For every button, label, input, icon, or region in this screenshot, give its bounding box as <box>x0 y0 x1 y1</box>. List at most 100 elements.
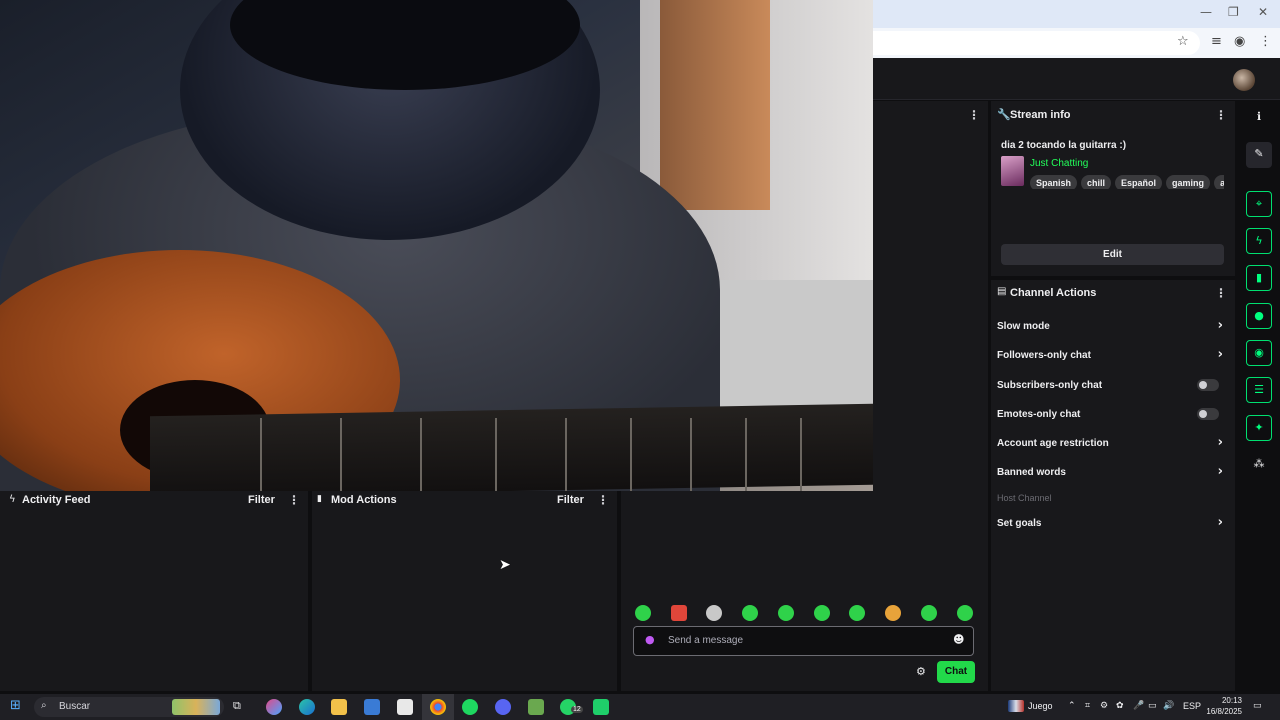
emote[interactable] <box>814 605 830 621</box>
row-label: Subscribers-only chat <box>997 380 1103 391</box>
bookmark-star-icon[interactable]: ☆ <box>1177 34 1189 49</box>
whatsapp-badge: 12 <box>571 706 583 713</box>
lightning-icon: ϟ <box>9 494 16 505</box>
tag[interactable]: gaming <box>1166 175 1211 189</box>
tray-app-icon[interactable]: ⌗ <box>1085 701 1090 711</box>
row-label: Emotes-only chat <box>997 409 1081 420</box>
mod-actions-panel <box>312 491 617 691</box>
tag[interactable]: argen <box>1214 175 1224 189</box>
channel-actions-menu-icon[interactable]: ⋮ <box>1215 286 1227 300</box>
tool-icon[interactable]: ✦ <box>1246 415 1272 441</box>
subscribers-only-row: Subscribers-only chat <box>997 377 1227 397</box>
minecraft-icon[interactable] <box>528 699 544 715</box>
emotes-only-toggle[interactable] <box>1197 408 1219 420</box>
video-fret <box>565 418 567 491</box>
document-icon[interactable]: ▮ <box>1246 265 1272 291</box>
chat-send-button[interactable]: Chat <box>937 661 975 683</box>
emote[interactable] <box>706 605 722 621</box>
clock-date[interactable]: 16/8/2025 <box>1200 707 1242 716</box>
chat-panel <box>621 491 988 691</box>
mod-menu-icon[interactable]: ⋮ <box>597 493 609 507</box>
mod-filter-button[interactable]: Filter <box>557 494 584 506</box>
maximize-icon[interactable]: ❐ <box>1228 5 1239 19</box>
video-fret <box>260 418 262 491</box>
row-label: Account age restriction <box>997 438 1109 449</box>
emote[interactable] <box>921 605 937 621</box>
video-fret <box>340 418 342 491</box>
tray-chevron-up-icon[interactable]: ⌃ <box>1068 701 1076 711</box>
minimize-icon[interactable]: — <box>1200 5 1212 19</box>
profile-icon[interactable]: ◉ <box>1234 34 1245 49</box>
activity-menu-icon[interactable]: ⋮ <box>288 493 300 507</box>
task-view-icon[interactable]: ⧉ <box>233 699 241 713</box>
language-indicator[interactable]: ESP <box>1183 701 1201 711</box>
tray-app-icon[interactable]: ✿ <box>1116 701 1124 711</box>
tag[interactable]: Spanish <box>1030 175 1078 189</box>
clip-icon[interactable]: ⌖ <box>1246 191 1272 217</box>
edit-stream-info-button[interactable]: Edit <box>1001 244 1224 265</box>
taskbar-search[interactable]: ⌕ Buscar <box>34 697 224 717</box>
close-icon[interactable]: ✕ <box>1258 5 1268 19</box>
row-label: Host Channel <box>997 493 1052 503</box>
chat-bubble-icon[interactable]: ● <box>1246 303 1272 329</box>
edge-icon[interactable] <box>299 699 315 715</box>
wrench-icon: 🔧 <box>997 108 1011 121</box>
emote[interactable] <box>742 605 758 621</box>
account-age-row[interactable]: Account age restriction › <box>997 435 1227 455</box>
activity-feed-title: Activity Feed <box>22 494 91 506</box>
video-fret <box>745 418 747 491</box>
video-background-door <box>660 0 770 210</box>
broadcast-icon[interactable]: ◉ <box>1246 340 1272 366</box>
video-fret <box>690 418 692 491</box>
emote[interactable] <box>849 605 865 621</box>
volume-icon[interactable]: 🔊 <box>1163 701 1174 711</box>
subscribers-only-toggle[interactable] <box>1197 379 1219 391</box>
pencil-icon[interactable]: ✎ <box>1246 142 1272 168</box>
game-widget-label[interactable]: Juego <box>1028 701 1053 711</box>
layout-icon[interactable]: ☰ <box>1246 377 1272 403</box>
user-avatar[interactable] <box>1233 69 1255 91</box>
chat-panel-top <box>873 101 988 491</box>
chat-settings-gear-icon[interactable]: ⚙ <box>916 665 926 678</box>
store-icon[interactable] <box>364 699 380 715</box>
chevron-right-icon: › <box>1217 318 1223 333</box>
notifications-icon[interactable]: ▭ <box>1253 701 1262 711</box>
banned-words-row[interactable]: Banned words › <box>997 464 1227 484</box>
stream-info-menu-icon[interactable]: ⋮ <box>1215 108 1227 122</box>
bits-icon[interactable]: ● <box>645 633 655 646</box>
followers-only-row[interactable]: Followers-only chat › <box>997 347 1227 367</box>
emote[interactable] <box>671 605 687 621</box>
tag[interactable]: Español <box>1115 175 1163 189</box>
address-bar[interactable] <box>873 31 1200 55</box>
emote[interactable] <box>778 605 794 621</box>
emote[interactable] <box>635 605 651 621</box>
media-control-icon[interactable]: ≡ <box>1211 34 1222 49</box>
clock-time[interactable]: 20:13 <box>1206 696 1242 705</box>
network-icon[interactable]: ▭ <box>1148 701 1157 711</box>
emote[interactable] <box>885 605 901 621</box>
lightning-icon[interactable]: ϟ <box>1246 228 1272 254</box>
windows-start-icon[interactable]: ⊞ <box>10 698 21 713</box>
add-action-icon[interactable]: ⁂ <box>1246 452 1272 478</box>
discord-icon[interactable] <box>495 699 511 715</box>
browser-menu-icon[interactable]: ⋮ <box>1259 34 1272 49</box>
set-goals-row[interactable]: Set goals › <box>997 515 1227 535</box>
streamlabs-icon[interactable] <box>593 699 609 715</box>
chrome-icon[interactable] <box>430 699 446 715</box>
spotify-icon[interactable] <box>462 699 478 715</box>
emote-picker-icon[interactable]: ☻ <box>953 633 964 646</box>
activity-filter-button[interactable]: Filter <box>248 494 275 506</box>
chat-panel-menu-icon[interactable]: ⋮ <box>968 108 980 122</box>
tag[interactable]: chill <box>1081 175 1112 189</box>
tray-app-icon[interactable]: ⚙ <box>1100 701 1108 711</box>
info-icon[interactable]: ℹ <box>1246 105 1272 131</box>
category-boxart[interactable] <box>1001 156 1024 186</box>
game-widget-icon[interactable] <box>1008 700 1024 712</box>
file-explorer-icon[interactable] <box>331 699 347 715</box>
copilot-icon[interactable] <box>266 699 282 715</box>
slow-mode-row[interactable]: Slow mode › <box>997 318 1227 338</box>
microphone-icon[interactable]: 🎤 <box>1133 701 1144 711</box>
emote[interactable] <box>957 605 973 621</box>
category-link[interactable]: Just Chatting <box>1030 158 1088 169</box>
mail-icon[interactable] <box>397 699 413 715</box>
